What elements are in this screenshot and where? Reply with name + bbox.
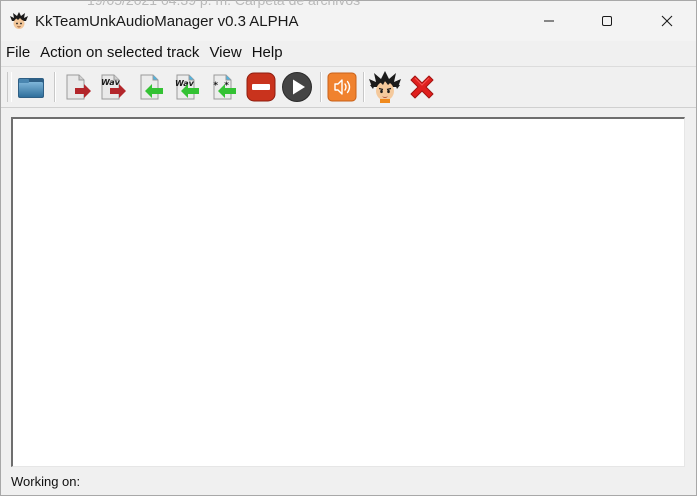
stop-icon bbox=[246, 72, 276, 102]
toolbar-separator bbox=[54, 72, 56, 102]
export-wav-icon: Wav bbox=[101, 74, 126, 100]
about-button[interactable] bbox=[368, 70, 402, 104]
exit-red-x-icon bbox=[410, 75, 434, 99]
exit-button[interactable] bbox=[405, 70, 439, 104]
maximize-button[interactable] bbox=[578, 1, 636, 41]
status-label: Working on: bbox=[11, 474, 81, 489]
status-bar: Working on: bbox=[1, 469, 696, 495]
maximize-icon bbox=[602, 16, 612, 26]
export-file-button[interactable] bbox=[61, 70, 95, 104]
minimize-button[interactable] bbox=[520, 1, 578, 41]
close-icon bbox=[661, 15, 673, 27]
menu-view[interactable]: View bbox=[204, 41, 246, 65]
menu-bar: File Action on selected track View Help bbox=[1, 41, 696, 65]
import-all-icon: * * bbox=[213, 74, 236, 100]
open-button[interactable] bbox=[14, 70, 48, 104]
stop-button[interactable] bbox=[244, 70, 278, 104]
export-wav-button[interactable]: Wav bbox=[96, 70, 130, 104]
play-icon bbox=[282, 72, 312, 102]
menu-help[interactable]: Help bbox=[247, 41, 288, 65]
background-window-text: 19/05/2021 04:39 p. m. Carpeta de archiv… bbox=[87, 0, 361, 8]
export-file-icon bbox=[66, 74, 91, 100]
volume-button[interactable] bbox=[325, 70, 359, 104]
volume-icon bbox=[327, 72, 357, 102]
wav-label: Wav bbox=[175, 79, 195, 88]
import-file-button[interactable] bbox=[133, 70, 167, 104]
menu-file[interactable]: File bbox=[1, 41, 35, 65]
menu-action-on-selected-track[interactable]: Action on selected track bbox=[35, 41, 204, 65]
track-list[interactable] bbox=[11, 117, 685, 467]
close-button[interactable] bbox=[638, 1, 696, 41]
app-window: 19/05/2021 04:39 p. m. Carpeta de archiv… bbox=[0, 0, 697, 496]
toolbar-grip[interactable] bbox=[7, 72, 12, 102]
toolbar: Wav Wav * * bbox=[1, 66, 696, 108]
import-wav-button[interactable]: Wav bbox=[169, 70, 203, 104]
minimize-icon bbox=[544, 20, 554, 22]
about-goku-icon bbox=[369, 71, 401, 103]
wav-label: Wav bbox=[101, 78, 121, 87]
title-bar[interactable]: 19/05/2021 04:39 p. m. Carpeta de archiv… bbox=[1, 0, 696, 41]
toolbar-separator bbox=[363, 72, 365, 102]
open-folder-icon bbox=[18, 78, 44, 98]
goku-head-icon bbox=[10, 12, 28, 30]
import-file-icon bbox=[140, 74, 163, 100]
import-wav-icon: Wav bbox=[175, 74, 199, 100]
import-all-button[interactable]: * * bbox=[206, 70, 240, 104]
toolbar-separator bbox=[320, 72, 322, 102]
window-title: KkTeamUnkAudioManager v0.3 ALPHA bbox=[35, 13, 299, 30]
play-button[interactable] bbox=[280, 70, 314, 104]
